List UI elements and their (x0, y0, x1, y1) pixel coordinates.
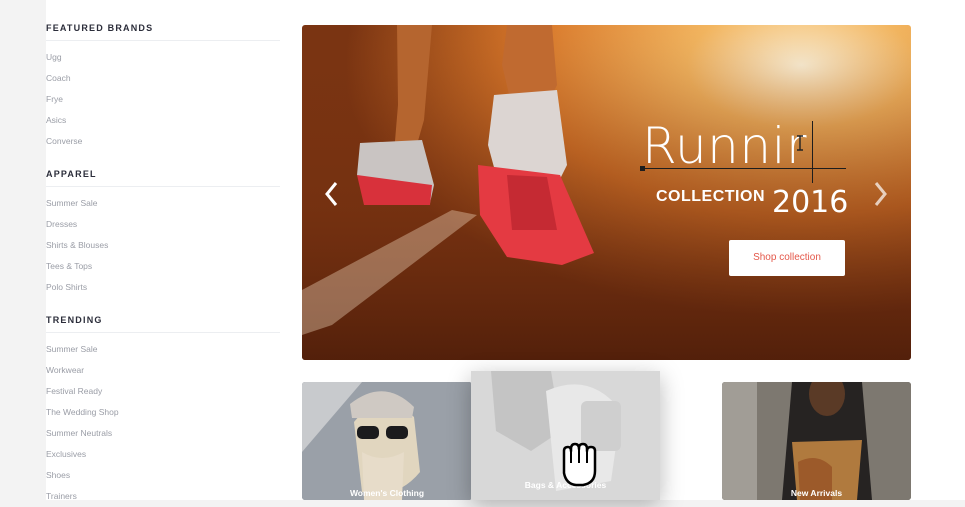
new-arrivals-image (722, 382, 911, 500)
section-title: FEATURED BRANDS (46, 23, 280, 41)
text-selection-handle[interactable] (640, 166, 645, 171)
sidebar-link[interactable]: The Wedding Shop (46, 402, 280, 423)
sidebar-link[interactable]: Converse (46, 131, 280, 152)
sidebar-link[interactable]: Tees & Tops (46, 256, 280, 277)
sidebar-link[interactable]: Dresses (46, 214, 280, 235)
sidebar-link[interactable]: Summer Sale (46, 339, 280, 360)
sidebar-link[interactable]: Summer Sale (46, 193, 280, 214)
sidebar-link[interactable]: Exclusives (46, 444, 280, 465)
sidebar-link[interactable]: Workwear (46, 360, 280, 381)
grab-hand-icon (562, 442, 597, 487)
section-title: APPAREL (46, 169, 280, 187)
text-cursor-icon (797, 135, 803, 151)
text-caret (812, 121, 813, 183)
sidebar-link[interactable]: Coach (46, 68, 280, 89)
chevron-left-icon[interactable] (322, 179, 342, 209)
card-label: New Arrivals (790, 488, 843, 498)
sidebar-link[interactable]: Frye (46, 89, 280, 110)
sidebar-link[interactable]: Festival Ready (46, 381, 280, 402)
shop-collection-button[interactable]: Shop collection (729, 240, 845, 276)
womens-clothing-image (302, 382, 472, 500)
hero-banner: Runnir COLLECTION 2016 Shop collection (302, 25, 911, 360)
sidebar-section-featured-brands: FEATURED BRANDS Ugg Coach Frye Asics Con… (46, 23, 280, 152)
card-label: Women's Clothing (349, 488, 425, 498)
category-card-new-arrivals[interactable]: New Arrivals (722, 382, 911, 500)
sidebar-link[interactable]: Ugg (46, 47, 280, 68)
sidebar-link[interactable]: Trainers (46, 486, 280, 507)
section-title: TRENDING (46, 315, 280, 333)
sidebar-link[interactable]: Shirts & Blouses (46, 235, 280, 256)
chevron-right-icon[interactable] (870, 179, 890, 209)
sidebar-link[interactable]: Polo Shirts (46, 277, 280, 298)
category-card-womens-clothing[interactable]: Women's Clothing (302, 382, 472, 500)
sidebar-link[interactable]: Shoes (46, 465, 280, 486)
sidebar-section-trending: TRENDING Summer Sale Workwear Festival R… (46, 315, 280, 507)
sidebar-link[interactable]: Summer Neutrals (46, 423, 280, 444)
hero-year: 2016 (772, 185, 849, 220)
hero-subtitle: COLLECTION (656, 188, 765, 205)
sidebar-link[interactable]: Asics (46, 110, 280, 131)
text-baseline-guide (642, 168, 846, 169)
hero-title[interactable]: Runnir (642, 121, 807, 171)
sidebar-section-apparel: APPAREL Summer Sale Dresses Shirts & Blo… (46, 169, 280, 298)
